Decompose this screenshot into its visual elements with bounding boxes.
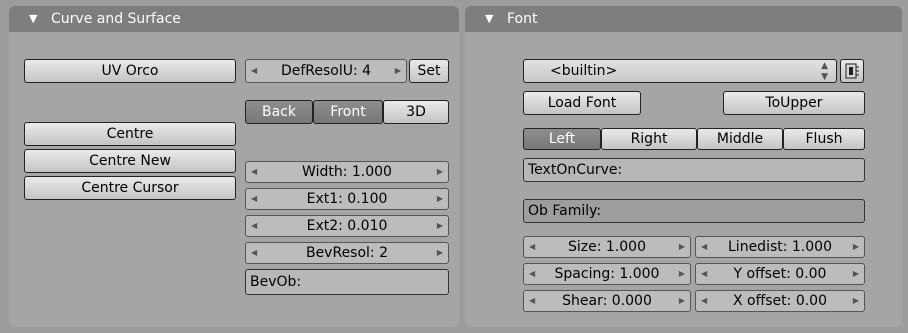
uv-orco-button[interactable]: UV Orco bbox=[24, 59, 236, 83]
up-down-arrows-icon: ▲ ▼ bbox=[821, 61, 828, 82]
left-arrow-icon[interactable]: ◀ bbox=[251, 162, 257, 182]
front-toggle[interactable]: Front bbox=[313, 100, 383, 124]
align-left-toggle[interactable]: Left bbox=[523, 128, 601, 150]
def-resol-u-field[interactable]: ◀ DefResolU: 4 ▶ bbox=[245, 59, 407, 83]
left-arrow-icon[interactable]: ◀ bbox=[701, 264, 707, 284]
font-select-value: <builtin> bbox=[550, 63, 618, 79]
def-resol-u-label: DefResolU: 4 bbox=[280, 63, 372, 79]
font-panel: ▼ Font <builtin> ▲ ▼ Load Font ToUpper Le… bbox=[465, 6, 902, 327]
left-arrow-icon[interactable]: ◀ bbox=[251, 216, 257, 236]
linedist-label: Linedist: 1.000 bbox=[728, 239, 832, 255]
3d-toggle[interactable]: 3D bbox=[383, 100, 449, 124]
right-arrow-icon[interactable]: ▶ bbox=[679, 291, 685, 311]
panel-title: Curve and Surface bbox=[51, 11, 181, 27]
right-arrow-icon[interactable]: ▶ bbox=[437, 189, 443, 209]
left-arrow-icon[interactable]: ◀ bbox=[529, 291, 535, 311]
right-arrow-icon[interactable]: ▶ bbox=[853, 291, 859, 311]
collapse-triangle-icon[interactable]: ▼ bbox=[485, 6, 493, 32]
ext1-label: Ext1: 0.100 bbox=[306, 191, 388, 207]
bev-resol-label: BevResol: 2 bbox=[305, 245, 389, 261]
spacing-label: Spacing: 1.000 bbox=[554, 266, 660, 282]
align-middle-toggle[interactable]: Middle bbox=[697, 128, 783, 150]
x-offset-field[interactable]: ◀ X offset: 0.00 ▶ bbox=[695, 290, 865, 312]
size-label: Size: 1.000 bbox=[568, 239, 646, 255]
panel-header[interactable]: ▼ Font bbox=[465, 6, 902, 32]
right-arrow-icon[interactable]: ▶ bbox=[437, 162, 443, 182]
left-arrow-icon[interactable]: ◀ bbox=[251, 189, 257, 209]
left-arrow-icon[interactable]: ◀ bbox=[251, 60, 257, 82]
right-arrow-icon[interactable]: ▶ bbox=[437, 216, 443, 236]
centre-cursor-button[interactable]: Centre Cursor bbox=[24, 176, 236, 200]
ob-family-field[interactable]: Ob Family: bbox=[523, 199, 865, 223]
linedist-field[interactable]: ◀ Linedist: 1.000 ▶ bbox=[695, 236, 865, 258]
ext1-field[interactable]: ◀ Ext1: 0.100 ▶ bbox=[245, 188, 449, 210]
shear-field[interactable]: ◀ Shear: 0.000 ▶ bbox=[523, 290, 691, 312]
align-flush-toggle[interactable]: Flush bbox=[783, 128, 865, 150]
back-toggle[interactable]: Back bbox=[245, 100, 313, 124]
right-arrow-icon[interactable]: ▶ bbox=[395, 60, 401, 82]
text-on-curve-field[interactable]: TextOnCurve: bbox=[523, 158, 865, 182]
width-field[interactable]: ◀ Width: 1.000 ▶ bbox=[245, 161, 449, 183]
right-arrow-icon[interactable]: ▶ bbox=[853, 264, 859, 284]
bev-ob-field[interactable]: BevOb: bbox=[245, 269, 449, 295]
left-arrow-icon[interactable]: ◀ bbox=[701, 237, 707, 257]
bev-resol-field[interactable]: ◀ BevResol: 2 ▶ bbox=[245, 242, 449, 264]
right-arrow-icon[interactable]: ▶ bbox=[679, 237, 685, 257]
left-arrow-icon[interactable]: ◀ bbox=[701, 291, 707, 311]
y-offset-label: Y offset: 0.00 bbox=[733, 266, 827, 282]
right-arrow-icon[interactable]: ▶ bbox=[437, 243, 443, 263]
panel-header[interactable]: ▼ Curve and Surface bbox=[9, 6, 459, 32]
file-browse-icon-graphic bbox=[845, 63, 859, 79]
collapse-triangle-icon[interactable]: ▼ bbox=[29, 6, 37, 32]
panel-title: Font bbox=[507, 11, 538, 27]
font-select-dropdown[interactable]: <builtin> ▲ ▼ bbox=[523, 59, 837, 83]
right-arrow-icon[interactable]: ▶ bbox=[679, 264, 685, 284]
curve-and-surface-panel: ▼ Curve and Surface UV Orco ◀ DefResolU:… bbox=[9, 6, 459, 327]
shear-label: Shear: 0.000 bbox=[562, 293, 652, 309]
centre-button[interactable]: Centre bbox=[24, 122, 236, 146]
to-upper-button[interactable]: ToUpper bbox=[723, 91, 865, 115]
file-browse-icon[interactable] bbox=[840, 59, 864, 83]
set-button[interactable]: Set bbox=[409, 59, 449, 83]
centre-new-button[interactable]: Centre New bbox=[24, 149, 236, 173]
left-arrow-icon[interactable]: ◀ bbox=[529, 237, 535, 257]
left-arrow-icon[interactable]: ◀ bbox=[251, 243, 257, 263]
load-font-button[interactable]: Load Font bbox=[523, 91, 641, 115]
ext2-label: Ext2: 0.010 bbox=[306, 218, 388, 234]
right-arrow-icon[interactable]: ▶ bbox=[853, 237, 859, 257]
size-field[interactable]: ◀ Size: 1.000 ▶ bbox=[523, 236, 691, 258]
align-right-toggle[interactable]: Right bbox=[601, 128, 697, 150]
spacing-field[interactable]: ◀ Spacing: 1.000 ▶ bbox=[523, 263, 691, 285]
x-offset-label: X offset: 0.00 bbox=[733, 293, 827, 309]
width-label: Width: 1.000 bbox=[302, 164, 392, 180]
y-offset-field[interactable]: ◀ Y offset: 0.00 ▶ bbox=[695, 263, 865, 285]
ext2-field[interactable]: ◀ Ext2: 0.010 ▶ bbox=[245, 215, 449, 237]
left-arrow-icon[interactable]: ◀ bbox=[529, 264, 535, 284]
